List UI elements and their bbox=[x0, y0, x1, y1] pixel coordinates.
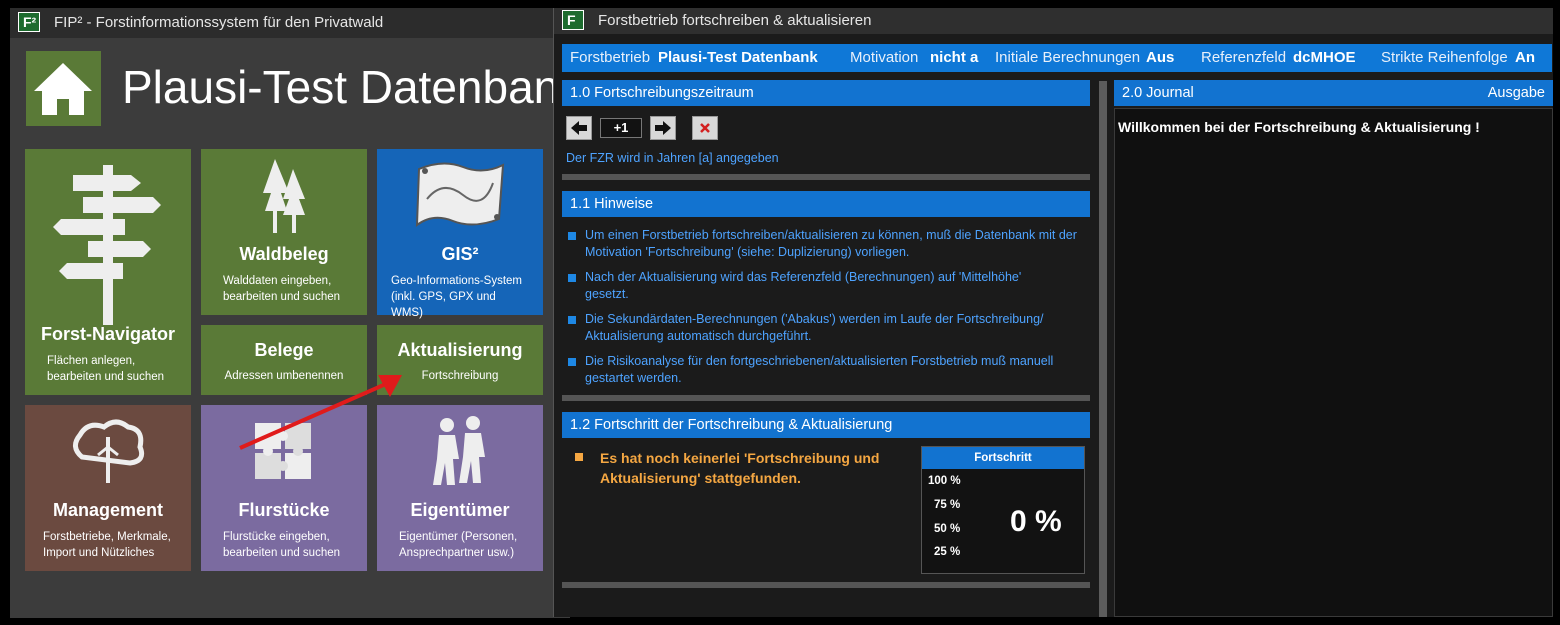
level-50: 50 % bbox=[934, 523, 961, 535]
bullet-icon bbox=[568, 358, 576, 366]
tile-gis[interactable]: GIS² Geo-Informations-System (inkl. GPS,… bbox=[377, 149, 543, 319]
info-value-motivation: nicht a bbox=[930, 49, 979, 66]
tile-title: Belege bbox=[254, 340, 314, 360]
database-title: Plausi-Test Datenbank bbox=[122, 61, 570, 113]
close-icon bbox=[700, 123, 710, 133]
info-label-initiale-berechnungen: Initiale Berechnungen bbox=[995, 49, 1141, 66]
cancel-button[interactable] bbox=[692, 116, 718, 140]
journal-header: 2.0 Journal Ausgabe bbox=[1114, 80, 1553, 106]
tile-waldbeleg[interactable]: Waldbeleg Walddaten eingeben, bearbeiten… bbox=[201, 149, 367, 315]
journal-welcome-message: Willkommen bei der Fortschreibung & Aktu… bbox=[1118, 119, 1480, 135]
tile-title: GIS² bbox=[441, 244, 479, 264]
journal-log[interactable]: Willkommen bei der Fortschreibung & Aktu… bbox=[1114, 108, 1553, 617]
section-divider bbox=[562, 395, 1090, 401]
previous-button[interactable] bbox=[566, 116, 592, 140]
home-button[interactable] bbox=[26, 51, 101, 126]
bullet-icon bbox=[568, 274, 576, 282]
next-button[interactable] bbox=[650, 116, 676, 140]
update-window-title-bar: F Forstbetrieb fortschreiben & aktualisi… bbox=[554, 8, 1553, 34]
tile-title: Aktualisierung bbox=[397, 340, 523, 360]
arrow-left-icon bbox=[571, 121, 587, 135]
tile-title: Flurstücke bbox=[238, 500, 330, 520]
tile-subtitle: Eigentümer (Personen, Ansprechpartner us… bbox=[399, 531, 518, 559]
info-bar: Forstbetrieb Plausi-Test Datenbank Motiv… bbox=[562, 44, 1552, 72]
tile-subtitle: Walddaten eingeben, bearbeiten und suche… bbox=[223, 275, 341, 303]
main-window: F² FIP² - Forstinformationssystem für de… bbox=[10, 8, 570, 618]
signpost-icon bbox=[53, 165, 161, 325]
info-value-strikte-reihenfolge: An bbox=[1515, 49, 1535, 66]
hint-item: Die Sekundärdaten-Berechnungen ('Abakus'… bbox=[585, 312, 1044, 343]
tile-title: Management bbox=[52, 500, 164, 520]
section-divider bbox=[562, 174, 1090, 180]
map-icon bbox=[415, 162, 505, 228]
section-fortschreibungszeitraum-header: 1.0 Fortschreibungszeitraum bbox=[562, 80, 1090, 106]
home-icon bbox=[34, 63, 92, 115]
bullet-icon bbox=[568, 316, 576, 324]
bullet-icon bbox=[568, 232, 576, 240]
progress-panel-title: Fortschritt bbox=[922, 447, 1084, 469]
journal-output-label[interactable]: Ausgabe bbox=[1488, 80, 1545, 106]
info-value-forstbetrieb: Plausi-Test Datenbank bbox=[658, 49, 818, 66]
level-25: 25 % bbox=[934, 546, 961, 558]
tile-subtitle: Forstbetriebe, Merkmale, Import und Nütz… bbox=[43, 531, 171, 559]
journal-title: 2.0 Journal bbox=[1122, 85, 1194, 101]
level-75: 75 % bbox=[934, 499, 961, 511]
tile-subtitle: Flurstücke eingeben, bearbeiten und such… bbox=[223, 531, 341, 559]
arrow-right-icon bbox=[655, 121, 671, 135]
info-value-initiale-berechnungen: Aus bbox=[1146, 49, 1175, 66]
info-label-strikte-reihenfolge: Strikte Reihenfolge bbox=[1381, 49, 1508, 66]
progress-message: Es hat noch keinerlei 'Fortschreibung un… bbox=[600, 450, 880, 486]
window-title: FIP² - Forstinformationssystem für den P… bbox=[54, 14, 384, 31]
progress-panel: Fortschritt 100 % 75 % 50 % 25 % 0 % bbox=[921, 446, 1085, 574]
tile-subtitle: Geo-Informations-System (inkl. GPS, GPX … bbox=[391, 275, 523, 319]
tile-management[interactable]: Management Forstbetriebe, Merkmale, Impo… bbox=[25, 405, 191, 571]
window-title: Forstbetrieb fortschreiben & aktualisier… bbox=[598, 12, 872, 29]
warning-bullet-icon bbox=[575, 453, 583, 461]
tile-title: Eigentümer bbox=[410, 500, 510, 520]
tile-title: Waldbeleg bbox=[239, 244, 329, 264]
period-note: Der FZR wird in Jahren [a] angegeben bbox=[566, 151, 779, 165]
annotation-arrow bbox=[239, 375, 402, 450]
year-step-field[interactable]: +1 bbox=[600, 118, 642, 138]
level-100: 100 % bbox=[928, 475, 961, 487]
app-logo-icon: F² bbox=[18, 12, 40, 32]
section-fortschritt-header: 1.2 Fortschritt der Fortschreibung & Akt… bbox=[562, 412, 1090, 438]
tile-forst-navigator[interactable]: Forst-Navigator Flächen anlegen, bearbei… bbox=[25, 149, 191, 395]
tile-subtitle: Flächen anlegen, bearbeiten und suchen bbox=[47, 355, 165, 383]
trees-icon bbox=[263, 159, 305, 233]
info-label-forstbetrieb: Forstbetrieb bbox=[570, 49, 651, 66]
info-label-referenzfeld: Referenzfeld bbox=[1201, 49, 1287, 66]
info-value-referenzfeld: dcMHOE bbox=[1293, 49, 1356, 66]
main-title-bar: F² FIP² - Forstinformationssystem für de… bbox=[10, 8, 570, 38]
section-divider bbox=[562, 582, 1090, 588]
section-hinweise-header: 1.1 Hinweise bbox=[562, 191, 1090, 217]
app-logo-icon: F bbox=[562, 10, 584, 30]
hint-item: Um einen Forstbetrieb fortschreiben/aktu… bbox=[585, 228, 1077, 259]
hint-item: Die Risikoanalyse für den fortgeschriebe… bbox=[585, 354, 1054, 385]
people-icon bbox=[433, 416, 485, 485]
panel-splitter[interactable] bbox=[1099, 81, 1107, 617]
hint-item: Nach der Aktualisierung wird das Referen… bbox=[585, 270, 1022, 301]
update-window: F Forstbetrieb fortschreiben & aktualisi… bbox=[553, 8, 1553, 617]
management-icon bbox=[73, 419, 145, 483]
progress-percent: 0 % bbox=[1010, 505, 1062, 538]
tile-title: Forst-Navigator bbox=[40, 324, 175, 344]
info-label-motivation: Motivation bbox=[850, 49, 919, 66]
